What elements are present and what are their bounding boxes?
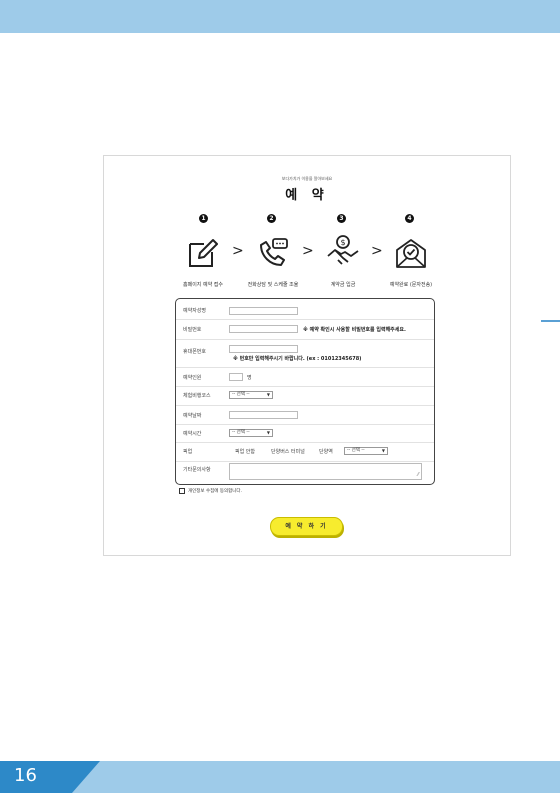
pickup-select[interactable]: -- 선택 -- ▼ xyxy=(344,447,388,455)
pickup-option-none[interactable]: 픽업 안함 xyxy=(235,448,255,455)
dropdown-arrow-icon: ▼ xyxy=(266,392,270,397)
phone-note: ※ 번호만 입력해주시기 바랍니다. (ex : 01012345678) xyxy=(233,356,362,362)
time-select[interactable]: -- 선택 -- ▼ xyxy=(229,429,273,437)
form-row-password: 비밀번호 ※ 예약 확인시 사용할 비밀번호를 입력해주세요. xyxy=(176,319,434,340)
form-row-notes: 기타문의사항 ⁄⁄ xyxy=(176,461,434,484)
step-3-number: 3 xyxy=(337,214,346,223)
form-row-date: 예약날짜 xyxy=(176,405,434,425)
time-select-value: -- 선택 -- xyxy=(232,430,250,435)
mail-check-icon xyxy=(396,239,426,268)
reservation-form: 예약자성명 비밀번호 ※ 예약 확인시 사용할 비밀번호를 입력해주세요. 휴대… xyxy=(175,298,435,485)
reservation-title: 예 약 xyxy=(285,188,329,203)
consent-label: 개인정보 수집에 동의합니다. xyxy=(188,489,242,494)
date-input[interactable] xyxy=(229,411,298,419)
payment-handshake-icon: $ xyxy=(327,235,359,265)
password-label: 비밀번호 xyxy=(183,327,202,333)
notes-label: 기타문의사항 xyxy=(183,467,211,473)
form-row-phone: 휴대폰번호 ※ 번호만 입력해주시기 바랍니다. (ex : 010123456… xyxy=(176,339,434,368)
top-band xyxy=(0,0,560,33)
svg-text:$: $ xyxy=(340,238,345,247)
step-1-number: 1 xyxy=(199,214,208,223)
people-input[interactable] xyxy=(229,373,243,381)
time-label: 예약시간 xyxy=(183,431,202,437)
password-note: ※ 예약 확인시 사용할 비밀번호를 입력해주세요. xyxy=(303,327,406,333)
password-input[interactable] xyxy=(229,325,298,333)
consent-checkbox[interactable] xyxy=(179,488,185,494)
form-row-course: 체험비행코스 -- 선택 -- ▼ xyxy=(176,386,434,406)
step-4-number: 4 xyxy=(405,214,414,223)
side-marker xyxy=(541,320,560,322)
step-2-label: 전화상담 및 스케줄 조율 xyxy=(247,282,299,288)
pencil-edit-icon xyxy=(189,239,218,267)
pickup-option-station[interactable]: 단양역 xyxy=(319,448,333,455)
name-input[interactable] xyxy=(229,307,298,315)
phone-label: 휴대폰번호 xyxy=(183,349,207,355)
form-row-time: 예약시간 -- 선택 -- ▼ xyxy=(176,424,434,443)
date-label: 예약날짜 xyxy=(183,413,202,419)
reservation-subtitle: 보다가치가 이용을 알아보세요 xyxy=(281,176,333,181)
notes-textarea[interactable]: ⁄⁄ xyxy=(229,463,422,480)
people-label: 예약인원 xyxy=(183,375,202,381)
chevron-right-icon: > xyxy=(232,243,244,259)
form-row-people: 예약인원 명 xyxy=(176,367,434,387)
course-select[interactable]: -- 선택 -- ▼ xyxy=(229,391,273,399)
pickup-select-value: -- 선택 -- xyxy=(347,448,365,453)
form-row-name: 예약자성명 xyxy=(176,299,434,320)
phone-input[interactable] xyxy=(229,345,298,353)
chevron-right-icon: > xyxy=(371,243,383,259)
step-2-number: 2 xyxy=(267,214,276,223)
pickup-label: 픽업 xyxy=(183,449,193,455)
reservation-panel: 보다가치가 이용을 알아보세요 예 약 1 2 3 4 $ > > > 홈페이지… xyxy=(103,155,511,556)
phone-call-icon xyxy=(260,238,288,266)
people-unit: 명 xyxy=(247,375,252,381)
dropdown-arrow-icon: ▼ xyxy=(381,448,385,453)
course-label: 체험비행코스 xyxy=(183,393,211,399)
pickup-option-bus-terminal[interactable]: 단양버스 터미널 xyxy=(271,448,305,455)
form-row-pickup: 픽업 픽업 안함 단양버스 터미널 단양역 -- 선택 -- ▼ xyxy=(176,442,434,462)
reserve-button[interactable]: 예 약 하 기 xyxy=(270,517,343,536)
resize-handle-icon[interactable]: ⁄⁄ xyxy=(417,472,419,478)
step-1-label: 홈페이지 예약 접수 xyxy=(183,282,223,288)
step-4-label: 예약완료 (문자전송) xyxy=(389,282,433,288)
dropdown-arrow-icon: ▼ xyxy=(266,430,270,435)
course-select-value: -- 선택 -- xyxy=(232,392,250,397)
name-label: 예약자성명 xyxy=(183,308,207,314)
chevron-right-icon: > xyxy=(302,243,314,259)
page-number: 16 xyxy=(14,765,37,786)
